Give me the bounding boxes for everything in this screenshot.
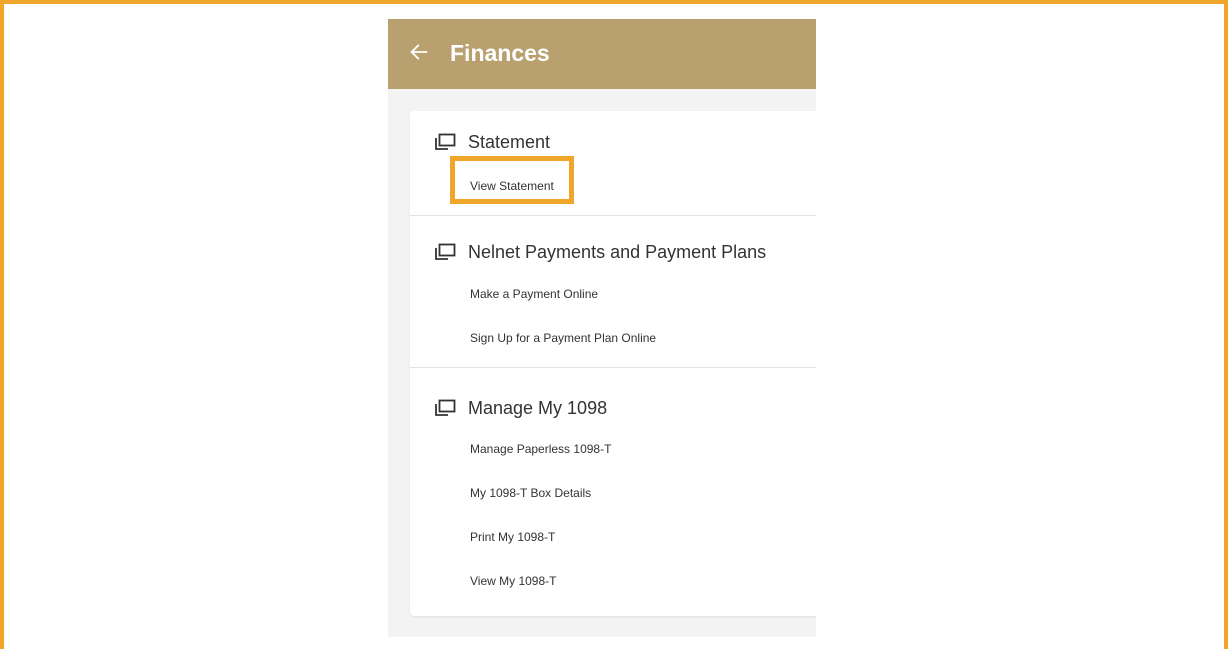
finances-card: Statement View Statement Nelnet Payments… bbox=[410, 111, 816, 616]
section-title: Manage My 1098 bbox=[468, 397, 608, 418]
my-1098t-box-details-link[interactable]: My 1098-T Box Details bbox=[470, 486, 591, 500]
screenshot-frame: Finances Statement View Statement Nelnet… bbox=[0, 0, 1228, 649]
section-title: Statement bbox=[468, 131, 551, 152]
print-my-1098t-link[interactable]: Print My 1098-T bbox=[470, 530, 555, 544]
copy-window-icon bbox=[435, 243, 456, 260]
divider bbox=[410, 367, 816, 368]
page-header: Finances bbox=[388, 19, 816, 89]
manage-paperless-1098t-link[interactable]: Manage Paperless 1098-T bbox=[470, 442, 611, 456]
section-header-statement: Statement bbox=[434, 130, 550, 154]
make-payment-online-link[interactable]: Make a Payment Online bbox=[470, 287, 598, 301]
page-title: Finances bbox=[450, 40, 550, 66]
section-header-nelnet: Nelnet Payments and Payment Plans bbox=[434, 240, 766, 264]
section-title: Nelnet Payments and Payment Plans bbox=[468, 241, 767, 262]
finances-panel: Finances Statement View Statement Nelnet… bbox=[388, 19, 816, 637]
view-statement-link[interactable]: View Statement bbox=[470, 179, 554, 193]
copy-window-icon bbox=[435, 399, 456, 416]
copy-window-icon bbox=[435, 133, 456, 150]
section-header-1098: Manage My 1098 bbox=[434, 396, 607, 420]
view-my-1098t-link[interactable]: View My 1098-T bbox=[470, 574, 556, 588]
sign-up-payment-plan-link[interactable]: Sign Up for a Payment Plan Online bbox=[470, 331, 656, 345]
divider bbox=[410, 215, 816, 216]
arrow-left-icon[interactable] bbox=[408, 41, 430, 63]
